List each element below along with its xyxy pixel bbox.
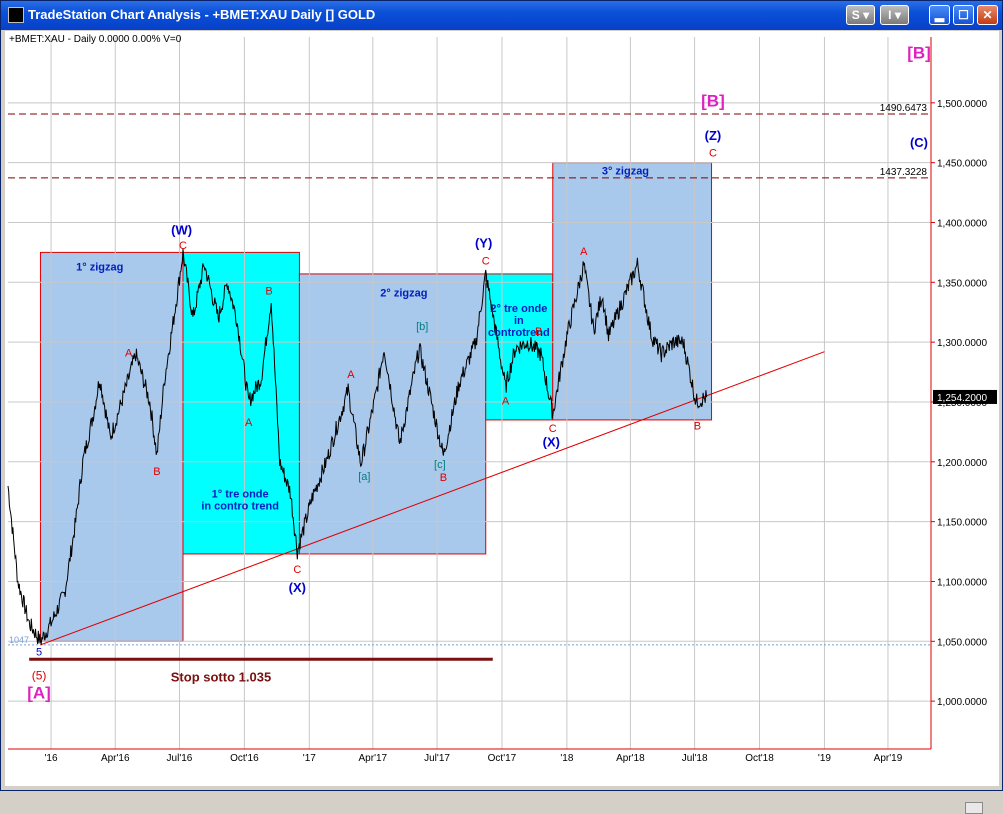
wave-label: 5 [36,647,42,659]
wave-label: A [125,348,133,360]
wave-label: [a] [358,471,370,483]
x-tick-label: Jul'16 [167,753,193,764]
box-label: 3° zigzag [602,166,649,178]
maximize-button[interactable]: ☐ [953,5,974,25]
x-tick-label: '19 [818,753,831,764]
minimize-button[interactable]: ▂ [929,5,950,25]
box-label-line: in contro trend [201,501,279,513]
y-tick-label: 1,500.0000 [937,99,987,110]
box-label-line: 1° tre onde [212,489,269,501]
x-tick-label: Apr'18 [616,753,645,764]
wave-label: (X) [543,434,560,449]
wave-label: [b] [416,321,428,333]
wave-label: C [709,148,717,160]
maximize-icon: ☐ [958,8,969,22]
wave-label: C [482,255,490,267]
box-label-line: 1° zigzag [76,261,123,273]
y-tick-label: 1,100.0000 [937,577,987,588]
x-tick-label: '17 [303,753,316,764]
low-marker-label: 1047 [9,635,29,645]
wave-label: C [179,240,187,252]
wave-label: B [694,420,701,432]
wave-label: B [153,466,160,478]
dropdown-arrow-icon: ▾ [863,8,870,22]
y-tick-label: 1,300.0000 [937,338,987,349]
y-tick-label: 1,150.0000 [937,518,987,529]
wave-label: B [265,285,272,297]
box-label-line: 2° tre onde [490,303,547,315]
wave-label: (C) [910,135,928,150]
wave-label: A [580,246,588,258]
wave-label: (Y) [475,236,492,251]
interval-button[interactable]: I ▾ [880,5,909,25]
app-window: TradeStation Chart Analysis - +BMET:XAU … [0,0,1003,814]
box-label-line: 3° zigzag [602,166,649,178]
dropdown-arrow-icon: ▾ [894,8,901,22]
symbol-button-label: S [851,8,860,22]
symbol-button[interactable]: S ▾ [846,5,875,25]
y-tick-label: 1,000.0000 [937,697,987,708]
x-tick-label: '18 [560,753,573,764]
chart-header: +BMET:XAU - Daily 0.0000 0.00% V=0 [9,34,182,45]
title-bar[interactable]: TradeStation Chart Analysis - +BMET:XAU … [1,1,1002,30]
y-tick-label: 1,450.0000 [937,159,987,170]
box-label: 1° zigzag [76,261,123,273]
wave-label: (Z) [705,128,722,143]
y-tick-label: 1,350.0000 [937,278,987,289]
price-chart[interactable]: 1° zigzag 1° tre onde in contro trend 2° zi… [5,31,999,786]
wave-label: A [502,395,510,407]
wave-label: [c] [434,459,446,471]
wave-label: C [549,423,557,435]
wave-label: (X) [289,580,306,595]
x-tick-label: Oct'17 [488,753,517,764]
box-label: 2° zigzag [380,288,427,300]
x-tick-label: Oct'16 [230,753,259,764]
app-icon [8,7,24,23]
box-label: 1° tre onde in contro trend [201,489,279,513]
wave-box [552,162,713,421]
wave-label: [A] [27,684,51,703]
y-tick-label: 1,200.0000 [937,458,987,469]
close-icon: ✕ [982,8,993,22]
x-tick-label: Jul'17 [424,753,450,764]
stop-label: Stop sotto 1.035 [171,669,271,684]
x-tick-label: Apr'17 [359,753,388,764]
y-tick-label: 1,050.0000 [937,637,987,648]
wave-label: B [535,326,542,338]
close-button[interactable]: ✕ [977,5,998,25]
price-level-label: 1490.6473 [880,103,928,114]
wave-label: B [440,472,447,484]
y-tick-label: 1,400.0000 [937,218,987,229]
wave-label: (5) [32,669,47,683]
box-label-line: 2° zigzag [380,288,427,300]
price-level-label: 1437.3228 [880,167,928,178]
last-price-label: 1,254.2000 [937,393,987,404]
window-title: TradeStation Chart Analysis - +BMET:XAU … [28,7,376,22]
wave-label: [B] [701,91,725,110]
minimize-icon: ▂ [934,8,945,22]
wave-label: [B] [907,44,931,63]
x-tick-label: Jul'18 [682,753,708,764]
x-tick-label: Apr'16 [101,753,130,764]
interval-button-label: I [888,8,892,22]
x-tick-label: '16 [45,753,58,764]
chart-area[interactable]: 1° zigzag 1° tre onde in contro trend 2° zi… [5,31,999,814]
x-tick-label: Oct'18 [745,753,774,764]
wave-box [39,251,184,642]
wave-label: C [293,564,301,576]
wave-box [298,273,487,555]
wave-box [485,273,554,421]
wave-label: A [347,369,355,381]
box-label-line: in [514,315,524,327]
x-tick-label: Apr'19 [874,753,903,764]
wave-label: A [245,417,253,429]
wave-label: (W) [171,222,192,237]
scrollbar-thumb[interactable] [965,802,983,814]
